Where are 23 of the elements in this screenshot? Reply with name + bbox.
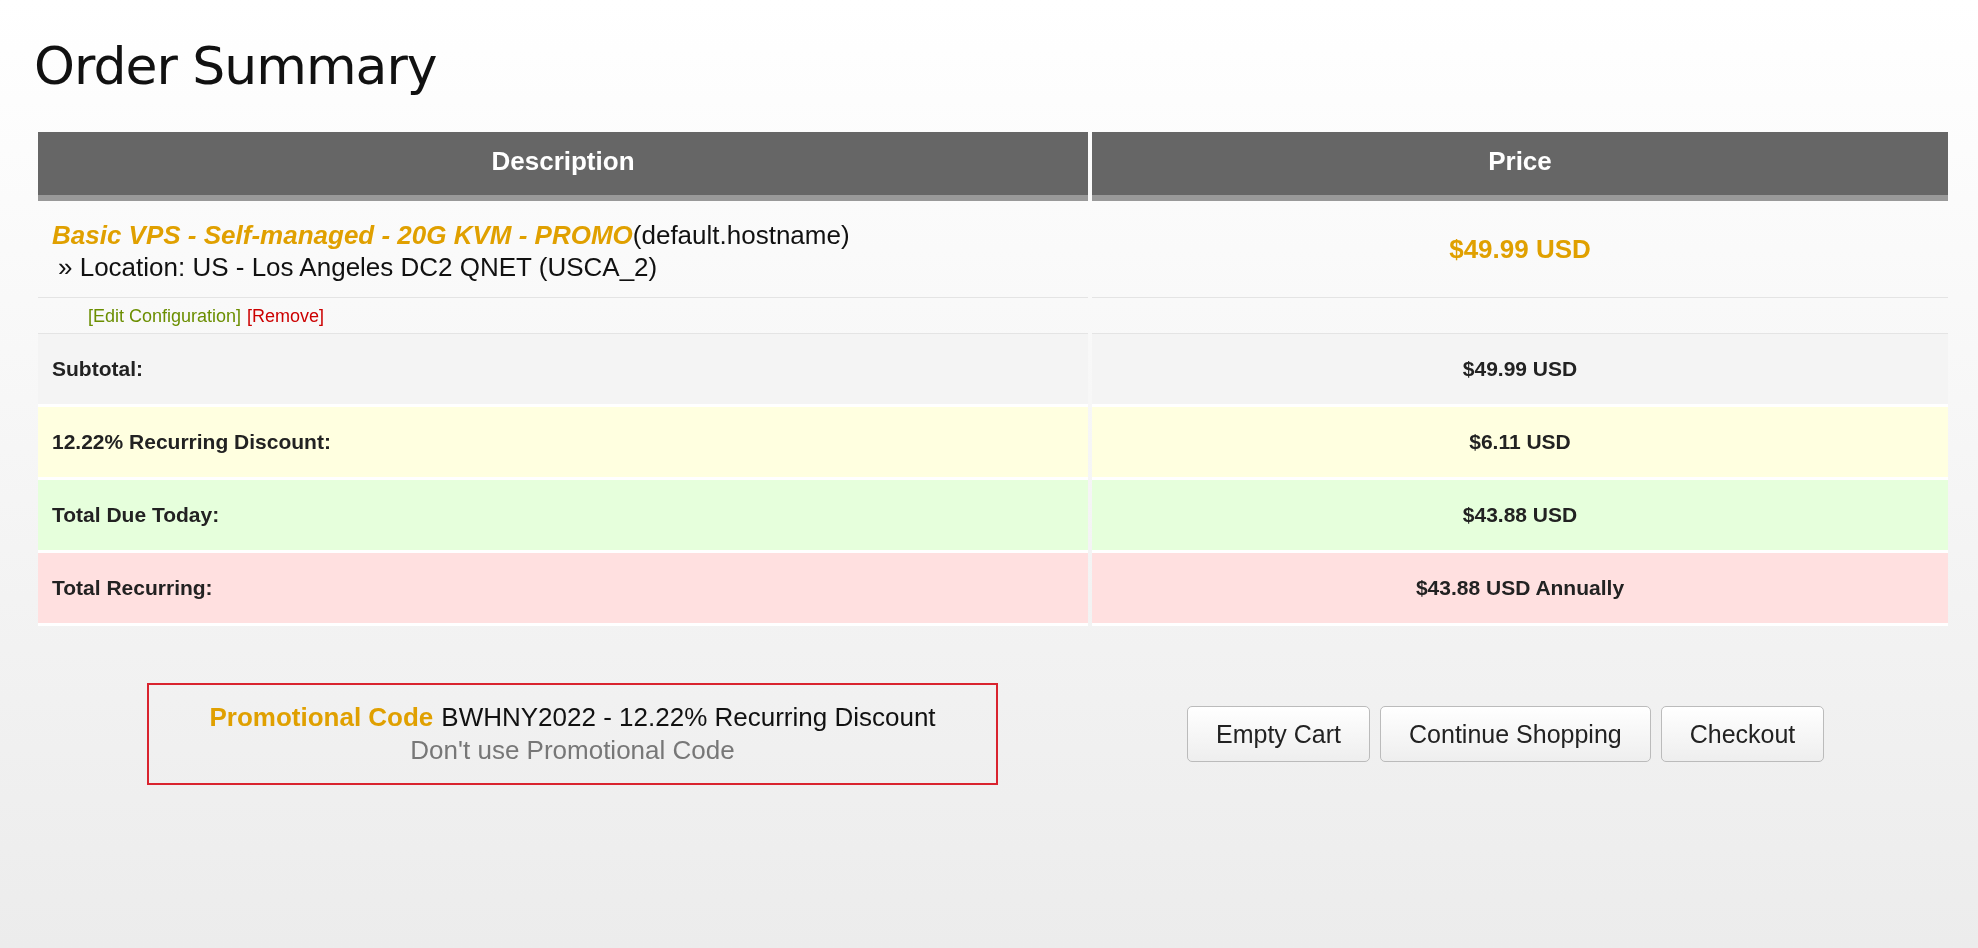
product-name: Basic VPS - Self-managed - 20G KVM - PROMO: [52, 220, 633, 250]
summary-label-cell: Subtotal:: [38, 334, 1088, 407]
column-header: Description: [38, 132, 1088, 201]
summary-value-cell: $43.88 USD Annually: [1092, 553, 1948, 626]
cart-button[interactable]: Continue Shopping: [1380, 706, 1651, 762]
remove-promo-link[interactable]: Don't use Promotional Code: [410, 735, 735, 766]
item-link[interactable]: [Edit Configuration]: [88, 306, 242, 327]
item-link[interactable]: [Remove]: [247, 306, 325, 327]
cart-button[interactable]: Checkout: [1660, 706, 1825, 762]
product-location: » Location: US - Los Angeles DC2 QNET (USCA_2): [57, 251, 659, 283]
product-price: $49.99 USD: [1449, 233, 1591, 265]
column-header: Price: [1092, 132, 1948, 201]
summary-label-cell: 12.22% Recurring Discount:: [38, 407, 1088, 480]
promo-code: BWHNY2022 - 12.22% Recurring Discount: [441, 702, 936, 733]
summary-value-cell: $49.99 USD: [1092, 334, 1948, 407]
summary-label-cell: Total Recurring:: [38, 553, 1088, 626]
summary-value-cell: $6.11 USD: [1092, 407, 1948, 480]
product-hostname: (default.hostname): [632, 220, 850, 250]
summary-value-cell: $43.88 USD: [1092, 480, 1948, 553]
cart-button[interactable]: Empty Cart: [1187, 706, 1371, 762]
promo-label: Promotional Code: [209, 702, 434, 733]
page-title: Order Summary: [34, 36, 437, 96]
summary-label-cell: Total Due Today:: [38, 480, 1088, 553]
